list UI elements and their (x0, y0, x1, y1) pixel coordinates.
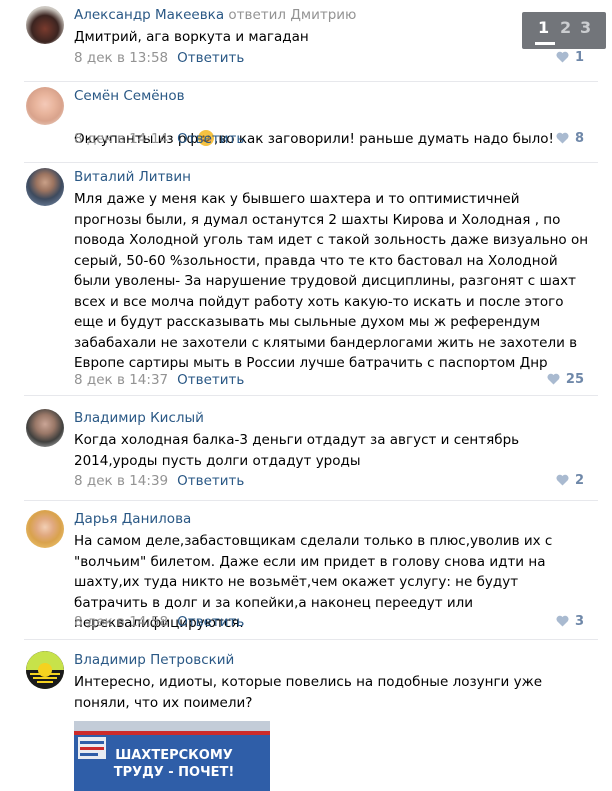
reply-button[interactable]: Ответить (177, 372, 244, 388)
heart-icon (556, 132, 569, 144)
comment-text-part: ,во как заговорили! раньше думать надо б… (214, 130, 554, 147)
billboard-image: ШАХТЕРСКОМУ ТРУДУ - ПОЧЕТ! (74, 721, 270, 791)
author-name[interactable]: Виталий Литвин (74, 169, 191, 185)
attached-photo[interactable]: ШАХТЕРСКОМУ ТРУДУ - ПОЧЕТ! (74, 721, 270, 791)
avatar[interactable] (26, 168, 64, 206)
page-2-button[interactable]: 2 (560, 18, 571, 37)
avatar[interactable] (26, 87, 64, 125)
page-1-button[interactable]: 1 (538, 18, 549, 37)
comment-date[interactable]: 8 дек в 13:58 (74, 50, 168, 66)
reply-button[interactable]: Ответить (177, 614, 244, 630)
avatar[interactable] (26, 651, 64, 689)
heart-icon (556, 51, 569, 63)
author-name[interactable]: Владимир Кислый (74, 410, 204, 426)
reply-to-label[interactable]: ответил Дмитрию (228, 7, 356, 23)
divider (24, 81, 598, 82)
current-page-indicator (535, 42, 555, 45)
reply-button[interactable]: Ответить (177, 50, 244, 66)
like-button[interactable]: 25 (547, 371, 584, 389)
comment-date[interactable]: 8 дек в 14:37 (74, 372, 168, 388)
comment: Владимир Петровский Интересно, идиоты, к… (0, 651, 612, 791)
comment-date[interactable]: 8 дек в 14:58 (74, 614, 168, 630)
reply-button[interactable]: Ответить (177, 131, 244, 147)
heart-icon (547, 373, 560, 385)
billboard-line2: ТРУДУ - ПОЧЕТ! (114, 765, 235, 780)
divider (24, 395, 598, 396)
avatar[interactable] (26, 510, 64, 548)
comment: Александр Макеевка ответил Дмитрию Дмитр… (0, 6, 612, 82)
comment-text: Когда холодная балка-3 деньги отдадут за… (74, 432, 520, 469)
comment-text: Интересно, идиоты, которые повелись на п… (74, 674, 543, 711)
like-button[interactable]: 3 (556, 613, 584, 631)
reply-button[interactable]: Ответить (177, 473, 244, 489)
like-count: 3 (574, 614, 584, 629)
divider (24, 162, 598, 163)
author-name[interactable]: Владимир Петровский (74, 652, 234, 668)
comment: Виталий Литвин Мля даже у меня как у быв… (0, 168, 612, 396)
like-button[interactable]: 2 (556, 472, 584, 490)
like-count: 8 (574, 131, 584, 146)
page-3-button[interactable]: 3 (580, 18, 591, 37)
comment: Семён Семёнов Оккупанты из рф ,во как заг… (0, 87, 612, 163)
like-count: 25 (565, 372, 584, 387)
divider (24, 500, 598, 501)
like-button[interactable]: 1 (556, 49, 584, 67)
avatar[interactable] (26, 409, 64, 447)
page-switcher: 1 2 3 (522, 12, 606, 49)
heart-icon (556, 615, 569, 627)
comment: Владимир Кислый Когда холодная балка-3 д… (0, 409, 612, 501)
author-name[interactable]: Александр Макеевка (74, 7, 224, 23)
sun-logo-icon (26, 651, 64, 689)
like-button[interactable]: 8 (556, 130, 584, 148)
like-count: 2 (574, 473, 584, 488)
author-name[interactable]: Дарья Данилова (74, 511, 191, 527)
comment-date[interactable]: 8 дек в 14:14 (74, 131, 168, 147)
heart-icon (556, 474, 569, 486)
author-name[interactable]: Семён Семёнов (74, 88, 185, 104)
like-count: 1 (574, 50, 584, 65)
comment: Дарья Данилова На самом деле,забастовщик… (0, 510, 612, 640)
divider (24, 639, 598, 640)
comment-text: Дмитрий, ага воркута и магадан (74, 29, 309, 45)
comment-date[interactable]: 8 дек в 14:39 (74, 473, 168, 489)
billboard-line1: ШАХТЕРСКОМУ (115, 748, 233, 763)
comment-text: Мля даже у меня как у бывшего шахтера и … (74, 191, 589, 371)
avatar[interactable] (26, 6, 64, 44)
